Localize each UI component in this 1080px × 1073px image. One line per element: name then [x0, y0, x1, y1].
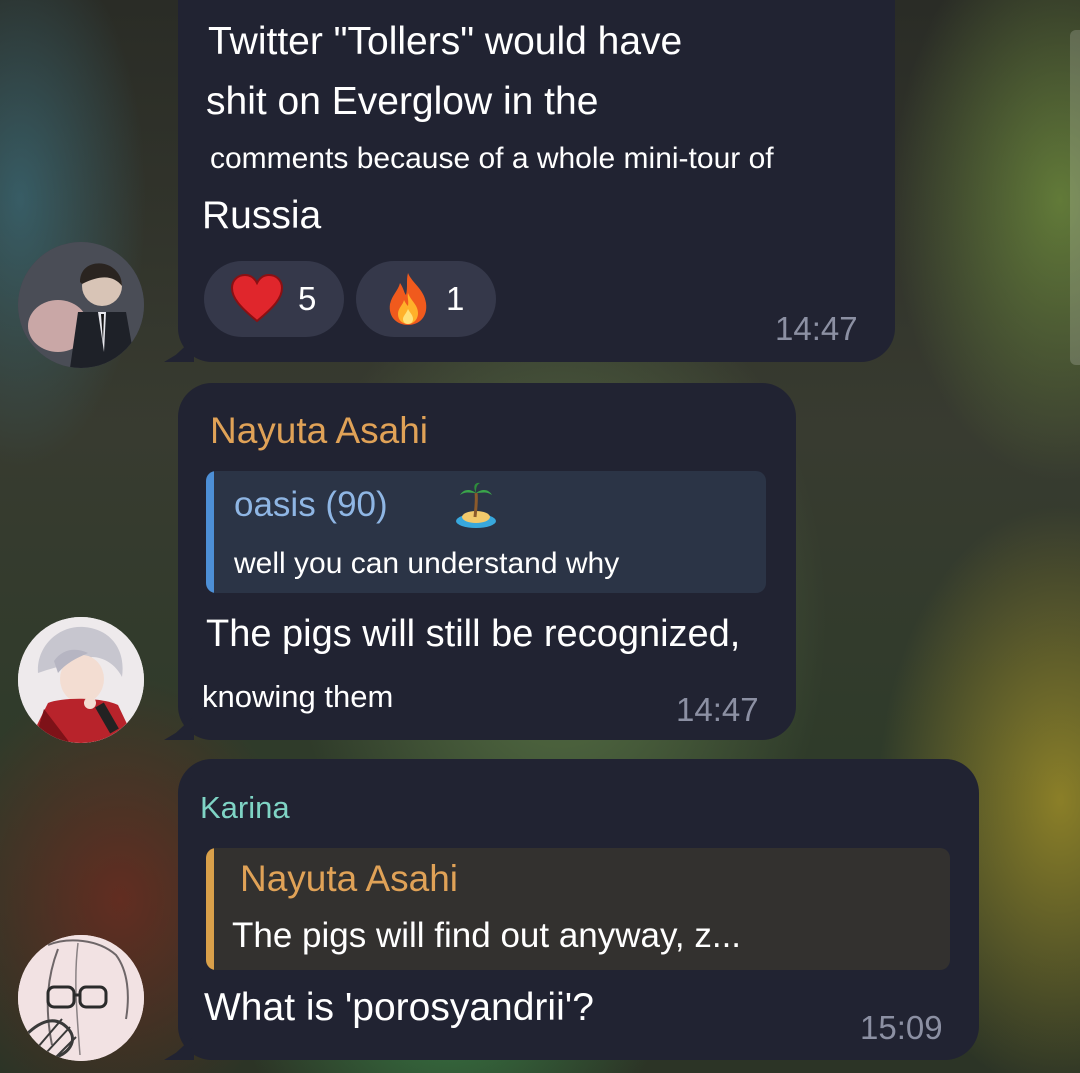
message-text-line: shit on Everglow in the — [206, 80, 599, 123]
desert-island-icon — [454, 481, 498, 534]
reply-preview[interactable]: oasis (90) well you can understand why — [206, 471, 766, 593]
reaction-count: 1 — [446, 280, 465, 317]
avatar-portrait-icon — [18, 242, 144, 368]
message-bubble[interactable]: Twitter "Tollers" would have shit on Eve… — [164, 0, 895, 362]
message-text-line: Twitter "Tollers" would have — [208, 20, 683, 63]
message-text-line: The pigs will still be recognized, — [206, 613, 741, 655]
message-text-line: knowing them — [202, 679, 394, 714]
reaction-count: 5 — [298, 280, 317, 317]
message-text-line: What is 'porosyandrii'? — [204, 986, 594, 1029]
avatar-sketch-icon — [18, 935, 144, 1061]
sender-name[interactable]: Karina — [200, 790, 290, 826]
reaction-heart[interactable]: 5 — [204, 261, 344, 337]
reply-bar — [206, 848, 214, 970]
reply-preview[interactable]: Nayuta Asahi The pigs will find out anyw… — [206, 848, 950, 970]
chat-screen: Twitter "Tollers" would have shit on Eve… — [0, 0, 1080, 1073]
fire-icon — [384, 271, 432, 327]
scroll-indicator[interactable] — [1070, 30, 1080, 365]
message-time: 14:47 — [775, 310, 858, 347]
message-bubble[interactable]: Karina Nayuta Asahi The pigs will find o… — [164, 759, 979, 1060]
avatar[interactable] — [18, 242, 144, 368]
avatar-anime-icon — [18, 617, 144, 743]
bubble-tail — [164, 338, 194, 362]
reply-author: Nayuta Asahi — [240, 858, 459, 899]
reply-author: oasis (90) — [234, 485, 388, 524]
message-text-line: Russia — [202, 194, 322, 237]
bubble-tail — [164, 1036, 194, 1060]
reply-text: well you can understand why — [234, 547, 620, 580]
heart-icon — [230, 274, 284, 324]
sender-name[interactable]: Nayuta Asahi — [210, 410, 428, 452]
message-bubble[interactable]: Nayuta Asahi oasis (90) well you can und… — [164, 383, 796, 740]
reaction-fire[interactable]: 1 — [356, 261, 496, 337]
message-time: 14:47 — [676, 691, 759, 728]
message-time: 15:09 — [860, 1009, 943, 1046]
avatar[interactable] — [18, 935, 144, 1061]
bubble-tail — [164, 716, 194, 740]
reply-text: The pigs will find out anyway, z... — [232, 916, 742, 955]
reply-bar — [206, 471, 214, 593]
avatar[interactable] — [18, 617, 144, 743]
message-text-line: comments because of a whole mini-tour of — [210, 142, 774, 175]
